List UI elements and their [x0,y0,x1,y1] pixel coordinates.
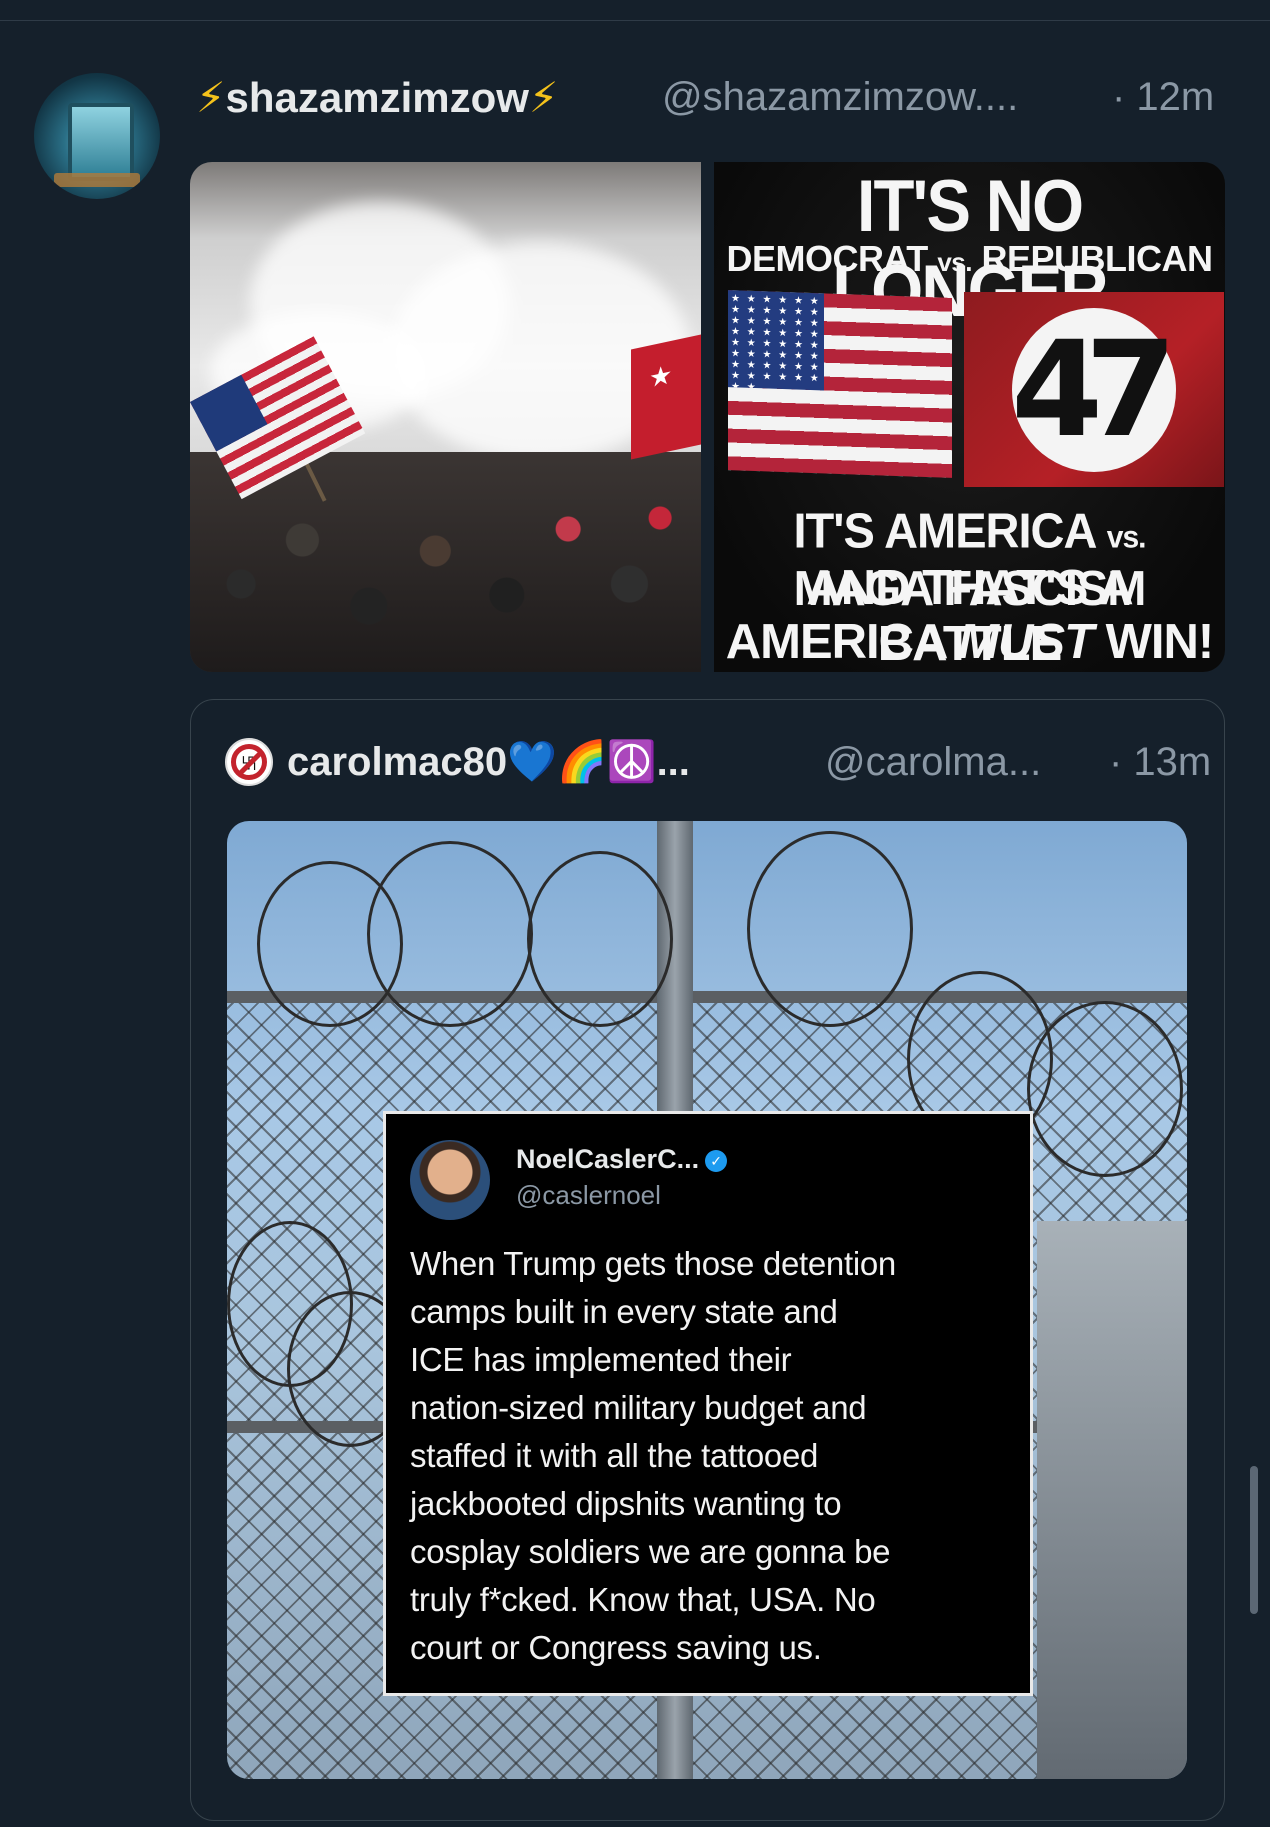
embedded-tweet-screenshot: NoelCaslerC... ✓ @caslernoel When Trump g… [383,1111,1033,1696]
post[interactable]: ⚡shazamzimzow⚡ @shazamzimzow.... · 12m I… [0,21,1270,1827]
quoted-author-handle[interactable]: @carolma... [825,740,1041,785]
quoted-post-image[interactable]: NoelCaslerC... ✓ @caslernoel When Trump g… [227,821,1187,1779]
embedded-name: NoelCaslerC... ✓ [516,1144,728,1175]
red-flag-photo [631,334,701,460]
quoted-post-header: 卐 carolmac80💙🌈☮️... @carolma... · 13m [225,738,1211,790]
post-timestamp[interactable]: · 12m [1112,75,1214,120]
flag-number: 47 [1011,313,1177,467]
red-flag-graphic: 47 [964,292,1224,487]
author-avatar[interactable] [34,73,160,199]
embedded-avatar [410,1140,490,1220]
verified-badge-icon: ✓ [705,1149,728,1172]
protest-photo[interactable] [190,162,701,672]
lightning-icon: ⚡ [196,74,226,121]
quoted-author-display-name[interactable]: carolmac80💙🌈☮️... [287,738,690,785]
top-divider [0,0,1270,21]
author-handle[interactable]: @shazamzimzow.... [662,75,1018,120]
quoted-post-timestamp[interactable]: · 13m [1109,740,1211,785]
author-name-text: shazamzimzow [225,74,529,121]
author-display-name[interactable]: ⚡shazamzimzow⚡ [196,73,558,122]
quoted-author-avatar[interactable]: 卐 [225,738,273,786]
embedded-tweet-text: When Trump gets those detention camps bu… [410,1245,896,1666]
poster-subtitle: DEMOCRAT vs. REPUBLICAN [726,238,1213,279]
blue-heart-icon: 💙🌈☮️... [507,740,690,784]
poster-line-3: AMERICA MUST WIN! [725,615,1214,669]
poster-image[interactable]: IT'S NO LONGER DEMOCRAT vs. REPUBLICAN ★… [714,162,1225,672]
us-flag-graphic: ★ ★ ★ ★ ★ ★ ★ ★ ★ ★ ★ ★ ★ ★ ★ ★ ★ ★ ★ ★ … [728,290,952,478]
quoted-post[interactable]: 卐 carolmac80💙🌈☮️... @carolma... · 13m No… [190,699,1225,1821]
embedded-handle: @caslernoel [516,1180,661,1210]
scrollbar[interactable] [1250,1466,1258,1614]
lightning-icon: ⚡ [528,74,559,121]
building-wall [1037,1221,1187,1779]
no-swastika-avatar-icon: 卐 [231,744,267,780]
post-header: ⚡shazamzimzow⚡ @shazamzimzow.... · 12m [196,73,1226,125]
